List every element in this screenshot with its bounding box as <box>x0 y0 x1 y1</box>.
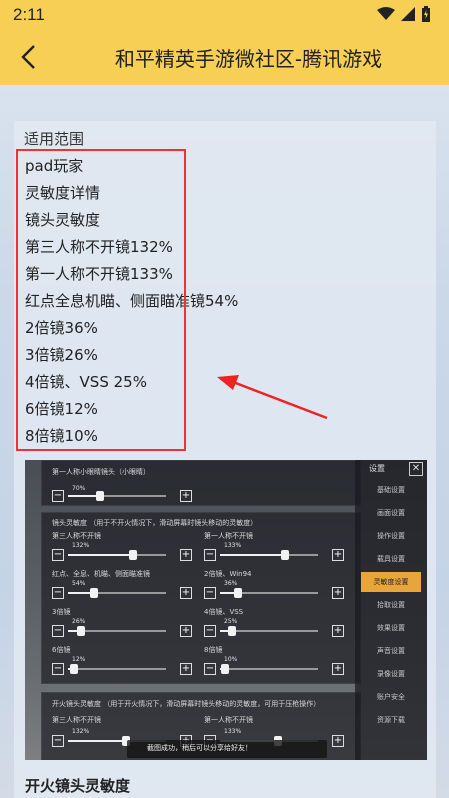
slider-knob <box>221 664 229 674</box>
row-right-value: 133% <box>224 542 242 549</box>
fire-left-value: 132% <box>72 728 90 735</box>
fire-title: 开火镜头灵敏度 （用于开火情况下，滑动屏幕时镜头移动的灵敏度，可用于压枪操作） <box>52 700 321 708</box>
fire-right-value: 133% <box>224 728 242 735</box>
row-right-value: 36% <box>224 580 238 587</box>
row-left-label: 3倍镜 <box>52 608 71 616</box>
slider-knob <box>234 588 242 598</box>
app-bar: 和平精英手游微社区-腾讯游戏 <box>0 28 449 85</box>
top-slider: − + <box>52 490 194 502</box>
toast-text: 截图成功，稍后可以分享给好友！ <box>147 744 252 752</box>
slider-knob <box>70 664 78 674</box>
highlight-box <box>16 149 186 451</box>
plus-icon: + <box>332 587 344 599</box>
close-icon: ✕ <box>409 462 423 476</box>
settings-menu-item: 效果设置 <box>377 624 405 632</box>
slider-knob <box>281 550 289 560</box>
sensitivity-slider: − + <box>204 549 346 561</box>
signal-icon <box>401 7 415 21</box>
sensitivity-slider: − + <box>52 663 194 675</box>
row-left-value: 132% <box>72 542 90 549</box>
slider-knob <box>77 626 85 636</box>
sensitivity-slider: − + <box>204 625 346 637</box>
minus-icon: − <box>204 663 216 675</box>
page-title: 和平精英手游微社区-腾讯游戏 <box>114 47 383 71</box>
minus-icon: − <box>52 663 64 675</box>
row-right-label: 2倍镜、Win94 <box>204 570 252 578</box>
settings-menu-item: 画面设置 <box>377 509 405 517</box>
plus-icon: + <box>180 549 192 561</box>
minus-icon: − <box>52 549 64 561</box>
row-right-value: 25% <box>224 618 238 625</box>
row-left-label: 6倍镜 <box>52 646 71 654</box>
minus-icon: − <box>52 490 64 502</box>
slider-knob <box>90 588 98 598</box>
settings-menu-item: 基础设置 <box>377 486 405 494</box>
top-panel: 第一人称小眼睛镜头（小眼睛） 70% − + <box>41 460 361 506</box>
game-settings-screenshot: 第一人称小眼睛镜头（小眼睛） 70% − + 镜头灵敏度 （用于不开火情况下，滑… <box>25 460 427 760</box>
sensitivity-slider: − + <box>52 549 194 561</box>
sensitivity-slider: − + <box>204 587 346 599</box>
settings-menu-item: 操作设置 <box>377 532 405 540</box>
minus-icon: − <box>204 587 216 599</box>
row-left-value: 54% <box>72 580 86 587</box>
section-heading: 开火镜头灵敏度 <box>25 777 131 795</box>
minus-icon: − <box>52 587 64 599</box>
row-left-value: 26% <box>72 618 86 625</box>
plus-icon: + <box>180 663 192 675</box>
row-left-label: 第三人称不开镜 <box>52 532 101 540</box>
row-right-value: 10% <box>224 656 238 663</box>
minus-icon: − <box>204 625 216 637</box>
section-label: 适用范围 <box>24 130 85 148</box>
slider-knob <box>96 491 104 501</box>
status-icons <box>377 6 431 22</box>
row-right-label: 第一人称不开镜 <box>204 532 253 540</box>
plus-icon: + <box>180 625 192 637</box>
plus-icon: + <box>332 549 344 561</box>
top-label: 第一人称小眼睛镜头（小眼睛） <box>52 468 150 476</box>
minus-icon: − <box>52 625 64 637</box>
wifi-icon <box>377 7 395 20</box>
settings-menu-item: 灵敏度设置 <box>361 572 421 592</box>
slider-knob <box>129 550 137 560</box>
row-left-label: 红点、全息、机瞄、侧面瞄准镜 <box>52 570 150 578</box>
minus-icon: − <box>204 549 216 561</box>
settings-menu-item: 声音设置 <box>377 647 405 655</box>
sensitivity-panel: 镜头灵敏度 （用于不开火情况下，滑动屏幕时镜头移动的灵敏度） 第三人称不开镜 1… <box>41 512 361 684</box>
battery-icon <box>422 6 430 22</box>
fire-left-label: 第三人称不开镜 <box>52 716 101 724</box>
settings-menu-item: 拾取设置 <box>377 601 405 609</box>
plus-icon: + <box>180 490 192 502</box>
sensitivity-slider: − + <box>52 625 194 637</box>
settings-sidebar: 设置 ✕ 基础设置 画面设置 操作设置 载具设置 灵敏度设置 拾取设置 效果设置 声音设置 录像… <box>355 460 427 760</box>
settings-menu-item: 载具设置 <box>377 555 405 563</box>
settings-menu-item: 录像设置 <box>377 670 405 678</box>
panel-title: 镜头灵敏度 （用于不开火情况下，滑动屏幕时镜头移动的灵敏度） <box>52 519 258 527</box>
plus-icon: + <box>332 663 344 675</box>
screenshot-toast: 截图成功，稍后可以分享给好友！ <box>127 740 327 758</box>
status-time: 2:11 <box>13 5 45 24</box>
row-right-label: 4倍镜、VSS <box>204 608 244 616</box>
back-arrow-icon[interactable] <box>16 42 42 72</box>
red-arrow-annotation <box>217 375 328 420</box>
settings-menu-item: 账户安全 <box>377 693 405 701</box>
row-right-label: 8倍镜 <box>204 646 223 654</box>
row-left-value: 12% <box>72 656 86 663</box>
fire-right-label: 第一人称不开镜 <box>204 716 253 724</box>
plus-icon: + <box>180 587 192 599</box>
plus-icon: + <box>332 625 344 637</box>
settings-menu-item: 资源下载 <box>377 716 405 724</box>
slider-knob <box>228 626 236 636</box>
status-bar: 2:11 <box>0 0 449 28</box>
sensitivity-slider: − + <box>52 587 194 599</box>
sensitivity-slider: − + <box>204 663 346 675</box>
